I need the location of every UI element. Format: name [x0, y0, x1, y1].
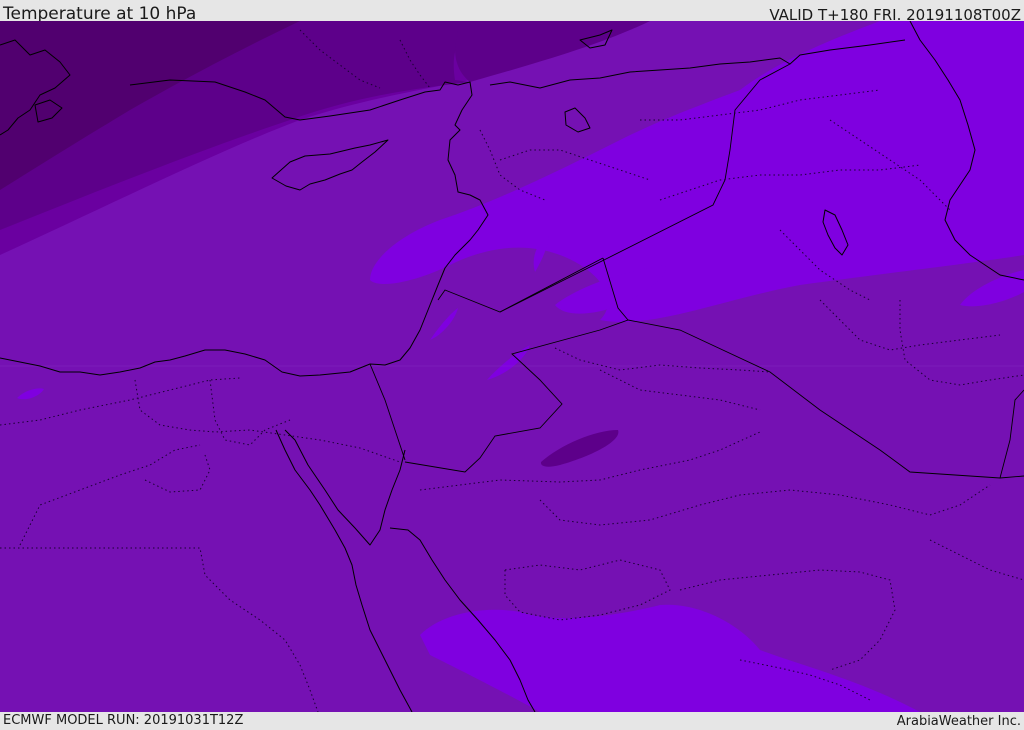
map-header: Temperature at 10 hPa VALID T+180 FRI. 2…: [0, 0, 1024, 24]
credit-label: ArabiaWeather Inc.: [896, 714, 1021, 729]
map-canvas: [0, 21, 1024, 712]
map-footer: ECMWF MODEL RUN: 20191031T12Z ArabiaWeat…: [0, 712, 1024, 729]
temperature-map: [0, 21, 1024, 712]
model-run-label: ECMWF MODEL RUN: 20191031T12Z: [3, 713, 244, 728]
